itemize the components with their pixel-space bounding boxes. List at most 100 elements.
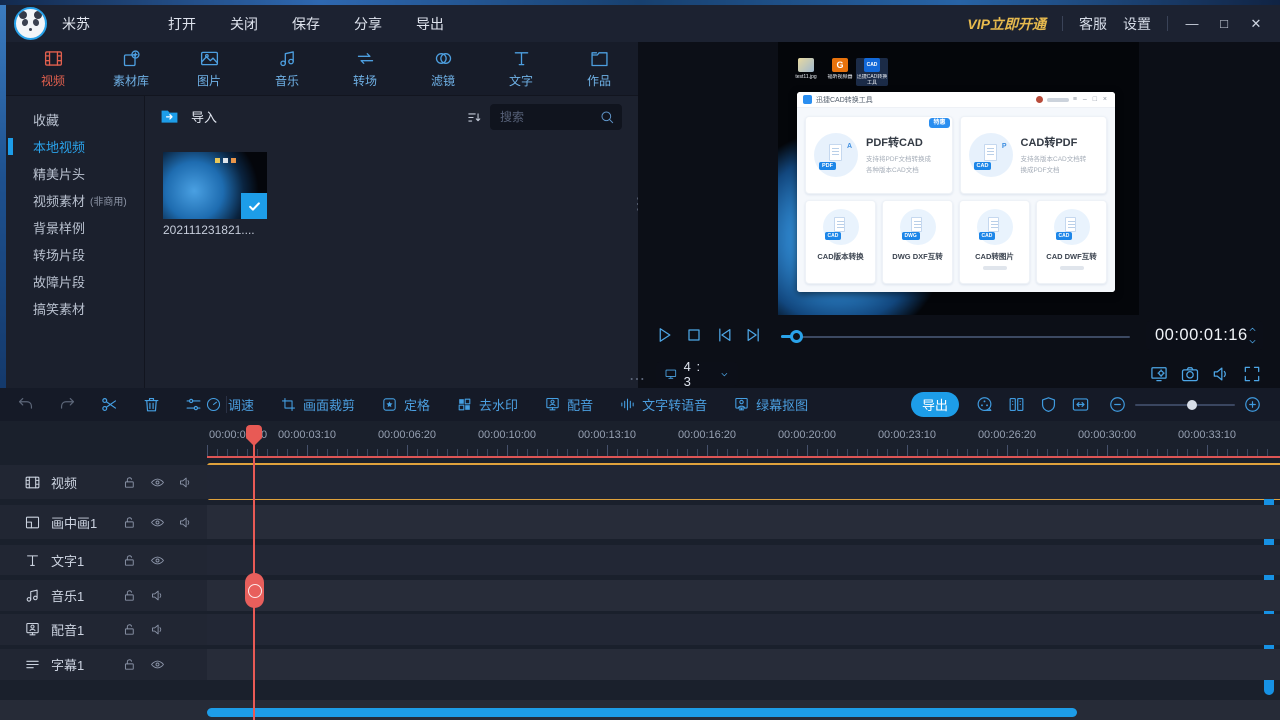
lock-icon[interactable] [122,622,137,637]
tab-film[interactable]: 视频 [14,42,92,95]
next-frame-button[interactable] [744,325,764,345]
zoom-out-button[interactable] [1108,395,1127,414]
tool-dub[interactable]: 配音 [544,395,593,414]
thumb-dot [215,158,220,163]
tool-gauge[interactable]: 调速 [205,395,254,414]
transport-controls [654,325,764,345]
minimize-button[interactable]: — [1184,16,1200,31]
tool-watermark[interactable]: 去水印 [456,395,518,414]
tool-greenscreen[interactable]: 绿幕抠图 [733,395,808,414]
lock-icon[interactable] [122,657,137,672]
close-button[interactable]: ✕ [1248,16,1264,32]
shield-icon[interactable] [1039,395,1058,414]
menu-item-0[interactable]: 打开 [168,14,196,34]
eye-icon[interactable] [150,553,165,568]
track-lane-2 [207,545,1280,575]
menu-item-2[interactable]: 保存 [292,14,320,34]
tab-library[interactable]: 素材库 [92,42,170,95]
snapshot-camera-icon[interactable] [1180,364,1200,384]
card-cad-version: CAD CAD版本转换 [805,200,876,284]
stop-button[interactable] [684,325,704,345]
preview-settings-icon[interactable] [1149,364,1169,384]
panel-splitter-horizontal[interactable]: ⋯ [629,372,646,388]
eye-icon[interactable] [150,515,165,530]
speaker-icon[interactable] [178,515,193,530]
settings-button[interactable]: 设置 [1123,14,1151,34]
track-manager-icon[interactable] [1007,395,1026,414]
sidebar-item-5[interactable]: 转场片段 [6,241,144,268]
lock-icon[interactable] [122,475,137,490]
clip-settings-button[interactable] [184,395,203,414]
sidebar-item-2[interactable]: 精美片头 [6,160,144,187]
speaker-icon[interactable] [150,588,165,603]
tab-text[interactable]: 文字 [482,42,560,95]
sidebar-item-0[interactable]: 收藏 [6,106,144,133]
undo-button[interactable] [16,395,35,414]
timecode-down-button[interactable] [1247,336,1258,347]
tool-tts[interactable]: 文字转语音 [619,395,707,414]
sidebar-item-3[interactable]: 视频素材 (非商用) [6,187,144,214]
menu-item-1[interactable]: 关闭 [230,14,258,34]
aspect-ratio-dropdown[interactable]: 4 : 3 [656,359,738,389]
support-button[interactable]: 客服 [1079,14,1107,34]
import-button[interactable]: 导入 [158,106,217,126]
sidebar-item-7[interactable]: 搞笑素材 [6,295,144,322]
lock-icon[interactable] [122,515,137,530]
ruler-label: 00:00:33:10 [1177,429,1237,441]
lock-icon[interactable] [122,553,137,568]
zoom-slider-handle[interactable] [1187,399,1197,410]
tool-crop[interactable]: 画面裁剪 [280,395,355,414]
seek-bar[interactable] [781,336,1130,338]
speaker-icon[interactable] [150,622,165,637]
speaker-icon[interactable] [178,475,193,490]
sidebar-item-1[interactable]: 本地视频 [6,133,144,160]
track-controls [122,657,165,672]
lock-icon[interactable] [122,588,137,603]
pip-icon [24,514,41,531]
fit-timeline-icon[interactable] [1071,395,1090,414]
timecode-up-button[interactable] [1247,324,1258,335]
sort-icon[interactable] [466,109,483,126]
tab-music[interactable]: 音乐 [248,42,326,95]
playhead-marker[interactable] [246,425,262,446]
search-input[interactable] [500,104,596,130]
check-icon [247,199,262,214]
tab-works[interactable]: 作品 [560,42,638,95]
track-label: 视频 [51,475,78,491]
previous-frame-button[interactable] [714,325,734,345]
search-box[interactable] [490,104,622,130]
maximize-button[interactable]: □ [1216,16,1232,31]
seek-handle[interactable] [790,330,803,343]
selected-check-badge[interactable] [241,193,267,219]
track-label: 音乐1 [51,589,85,604]
volume-icon[interactable] [1211,364,1231,384]
zoom-slider[interactable] [1135,399,1235,410]
vip-upgrade-button[interactable]: VIP立即开通 [967,14,1046,34]
delete-button[interactable] [142,395,161,414]
menu-item-4[interactable]: 导出 [416,14,444,34]
music-icon [277,48,298,69]
redo-button[interactable] [58,395,77,414]
split-scissors-button[interactable] [100,395,119,414]
eye-icon[interactable] [150,657,165,672]
image-icon [199,48,220,69]
playhead-handle[interactable] [245,573,264,608]
sidebar-item-4[interactable]: 背景样例 [6,214,144,241]
horizontal-scrollbar[interactable] [207,708,1077,717]
zoom-in-button[interactable] [1243,395,1262,414]
media-item-thumbnail[interactable] [163,152,267,219]
eye-icon[interactable] [150,475,165,490]
play-button[interactable] [654,325,674,345]
export-button[interactable]: 导出 [911,392,959,417]
fullscreen-icon[interactable] [1242,364,1262,384]
app-logo[interactable] [14,7,47,40]
tool-freeze[interactable]: 定格 [381,395,430,414]
tab-filter[interactable]: 滤镜 [404,42,482,95]
track-controls [122,622,165,637]
tab-transition[interactable]: 转场 [326,42,404,95]
sidebar-item-6[interactable]: 故障片段 [6,268,144,295]
menu-item-3[interactable]: 分享 [354,14,382,34]
film-reel-icon[interactable] [975,395,994,414]
ruler-label: 00:00:23:10 [877,429,937,441]
tab-image[interactable]: 图片 [170,42,248,95]
